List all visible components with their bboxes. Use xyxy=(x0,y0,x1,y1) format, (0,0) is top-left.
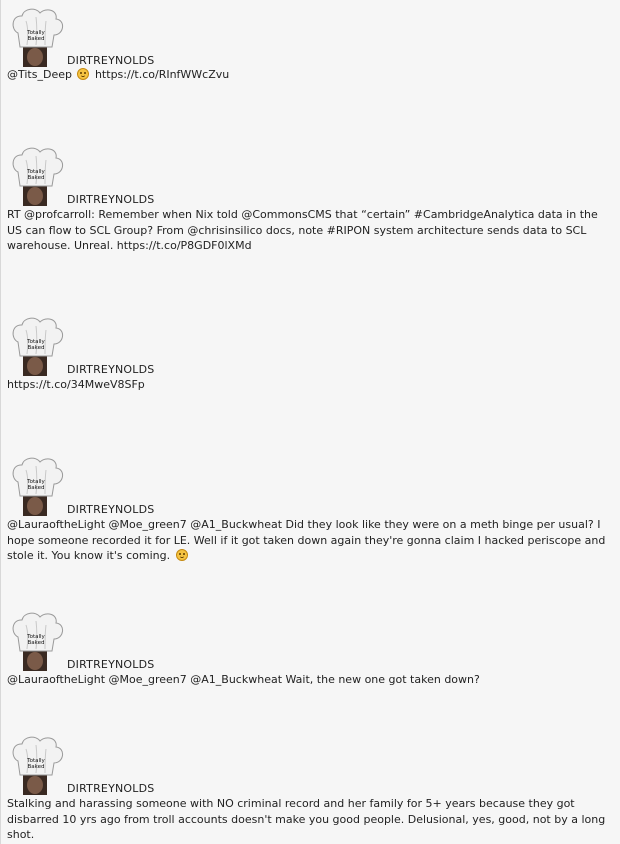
svg-text:Baked: Baked xyxy=(27,485,44,491)
username[interactable]: DIRTREYNOLDS xyxy=(67,503,154,516)
svg-text:Baked: Baked xyxy=(27,175,44,181)
username[interactable]: DIRTREYNOLDS xyxy=(67,193,154,206)
avatar[interactable]: Totally Baked xyxy=(6,7,66,67)
tweet-text-part: @Tits_Deep xyxy=(7,68,76,81)
chef-hat-avatar-icon: Totally Baked xyxy=(12,457,63,516)
tweet-link[interactable]: https://t.co/34MweV8SFp xyxy=(7,377,612,393)
svg-text:Baked: Baked xyxy=(27,640,44,646)
chef-hat-avatar-icon: Totally Baked xyxy=(12,736,63,795)
username[interactable]: DIRTREYNOLDS xyxy=(67,363,154,376)
chef-hat-avatar-icon: Totally Baked xyxy=(12,317,63,376)
svg-text:Baked: Baked xyxy=(27,36,44,42)
tweet-link[interactable]: https://t.co/RInfWWcZvu xyxy=(91,68,229,81)
tweet-text: @LauraoftheLight @Moe_green7 @A1_Buckwhe… xyxy=(7,673,480,686)
chef-hat-avatar-icon: Totally Baked xyxy=(12,147,63,206)
avatar[interactable]: Totally Baked xyxy=(6,316,66,376)
username[interactable]: DIRTREYNOLDS xyxy=(67,658,154,671)
svg-text:Baked: Baked xyxy=(27,764,44,770)
upside-down-face-emoji-icon xyxy=(77,68,90,80)
username[interactable]: DIRTREYNOLDS xyxy=(67,782,154,795)
tweet-text: @LauraoftheLight @Moe_green7 @A1_Buckwhe… xyxy=(7,517,612,564)
tweet-text: @Tits_Deep https://t.co/RInfWWcZvu xyxy=(7,67,612,83)
chef-hat-avatar-icon: Totally Baked xyxy=(12,8,63,67)
tweet-text: RT @profcarroll: Remember when Nix told … xyxy=(7,208,598,252)
username[interactable]: DIRTREYNOLDS xyxy=(67,54,154,67)
tweet-text-part: @LauraoftheLight @Moe_green7 @A1_Buckwhe… xyxy=(7,518,606,562)
avatar[interactable]: Totally Baked xyxy=(6,735,66,795)
avatar[interactable]: Totally Baked xyxy=(6,456,66,516)
svg-text:Baked: Baked xyxy=(27,345,44,351)
avatar[interactable]: Totally Baked xyxy=(6,146,66,206)
chef-hat-avatar-icon: Totally Baked xyxy=(12,612,63,671)
tweet-text: Stalking and harassing someone with NO c… xyxy=(7,797,606,841)
avatar[interactable]: Totally Baked xyxy=(6,611,66,671)
smirking-face-emoji-icon xyxy=(175,549,188,561)
